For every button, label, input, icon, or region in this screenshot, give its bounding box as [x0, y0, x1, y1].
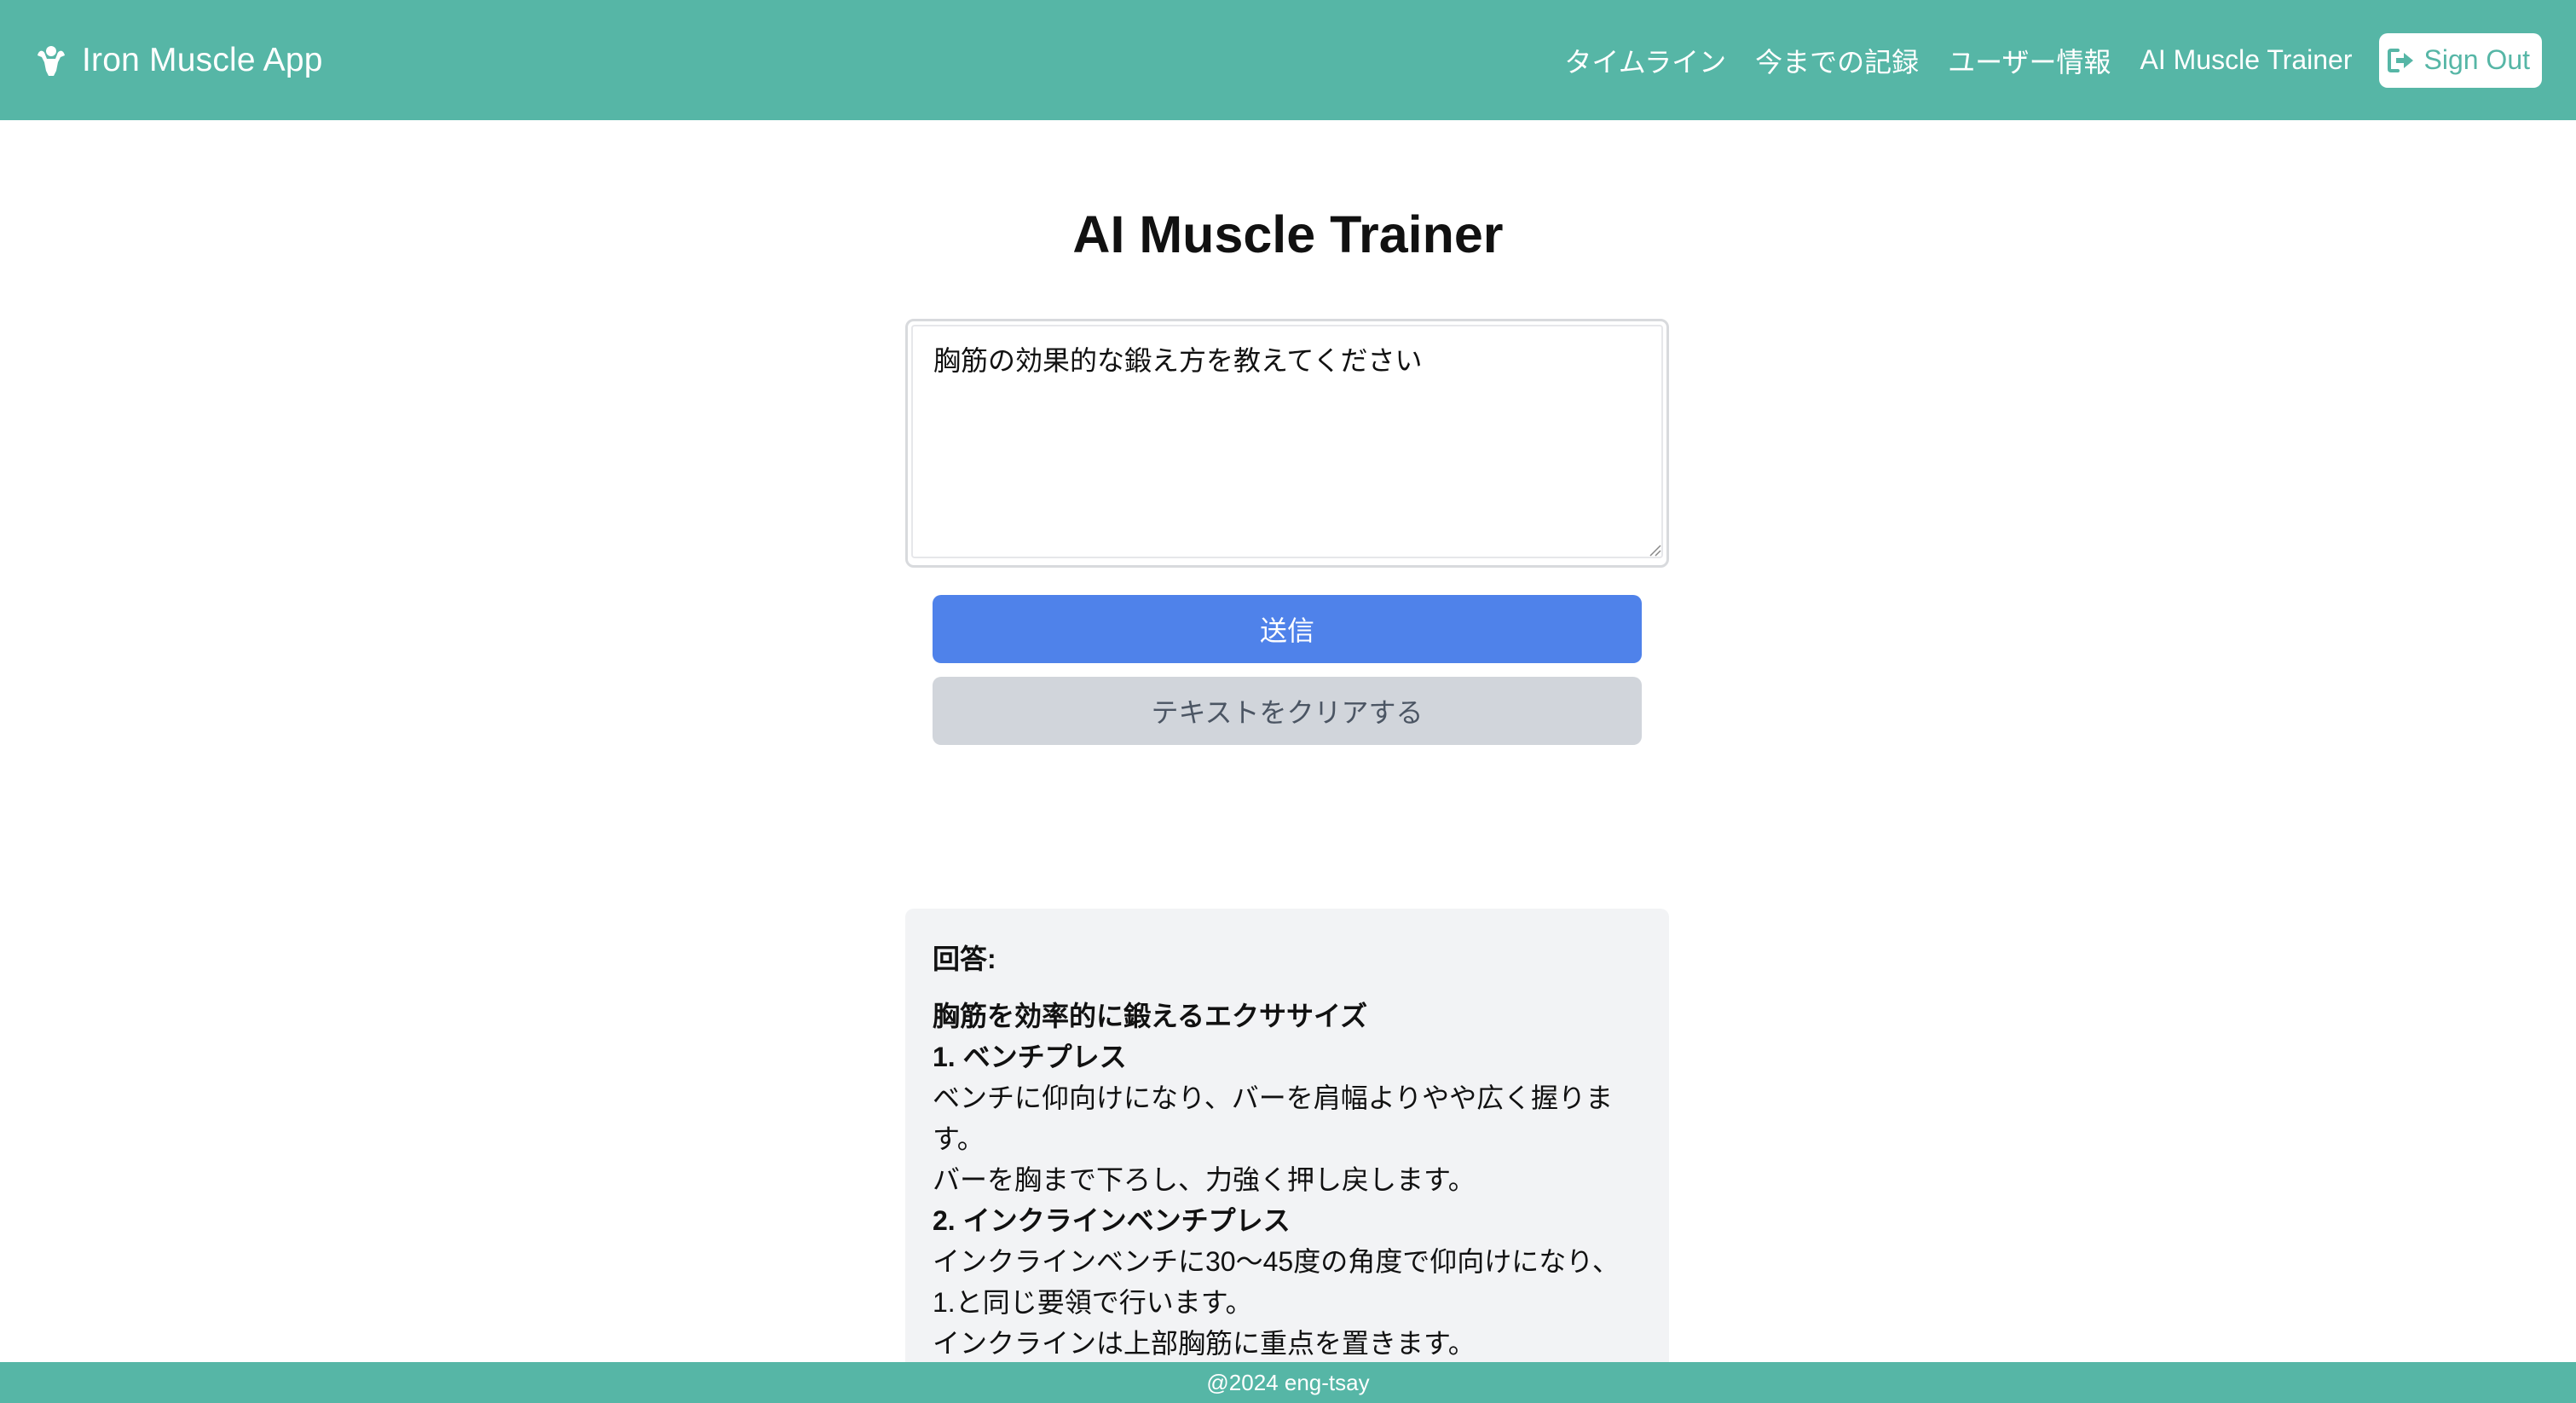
resize-handle-icon[interactable]	[1648, 543, 1661, 557]
sign-out-label: Sign Out	[2423, 44, 2530, 75]
footer: @2024 eng-tsay	[0, 1362, 2576, 1403]
brand[interactable]: Iron Muscle App	[34, 42, 323, 79]
footer-copyright: @2024 eng-tsay	[1206, 1369, 1370, 1395]
answer-text-line: バーを胸まで下ろし、力強く押し戻します。	[933, 1164, 1476, 1195]
answer-heading: 胸筋を効率的に鍛えるエクササイズ	[933, 1001, 1368, 1031]
sign-out-icon	[2388, 48, 2415, 72]
nav-records[interactable]: 今までの記録	[1755, 41, 1919, 80]
answer-text-line: ベンチに仰向けになり、バーを肩幅よりやや広く握りま	[933, 1083, 1614, 1113]
nav-timeline[interactable]: タイムライン	[1564, 41, 1726, 80]
page-title: AI Muscle Trainer	[1072, 205, 1504, 263]
page: Iron Muscle App タイムライン 今までの記録 ユーザー情報 AI …	[0, 0, 2576, 1403]
answer-subheading: 2. インクラインベンチプレス	[933, 1205, 1291, 1236]
muscle-icon	[34, 43, 68, 78]
answer-text-line: インクラインベンチに30〜45度の角度で仰向けになり、	[933, 1246, 1620, 1277]
brand-name: Iron Muscle App	[82, 41, 323, 78]
question-input-container: 胸筋の効果的な鍛え方を教えてください	[905, 319, 1669, 568]
sign-out-button[interactable]: Sign Out	[2379, 32, 2542, 88]
question-input[interactable]: 胸筋の効果的な鍛え方を教えてください	[911, 325, 1663, 558]
answer-text-line: 1.と同じ要領で行います。	[933, 1287, 1253, 1318]
clear-text-button[interactable]: テキストをクリアする	[933, 677, 1642, 745]
answer-panel: 回答: 胸筋を効率的に鍛えるエクササイズ 1. ベンチプレス ベンチに仰向けにな…	[905, 909, 1669, 1403]
main-nav: タイムライン 今までの記録 ユーザー情報 AI Muscle Trainer S…	[1535, 32, 2542, 88]
answer-text-line: インクラインは上部胸筋に重点を置きます。	[933, 1328, 1476, 1359]
answer-label: 回答:	[933, 944, 996, 974]
nav-ai-trainer[interactable]: AI Muscle Trainer	[2140, 44, 2353, 76]
answer-subheading: 1. ベンチプレス	[933, 1042, 1127, 1072]
answer-text-line: す。	[933, 1123, 985, 1154]
nav-user-info[interactable]: ユーザー情報	[1948, 41, 2111, 80]
send-button[interactable]: 送信	[933, 595, 1642, 663]
top-navbar: Iron Muscle App タイムライン 今までの記録 ユーザー情報 AI …	[0, 0, 2576, 120]
